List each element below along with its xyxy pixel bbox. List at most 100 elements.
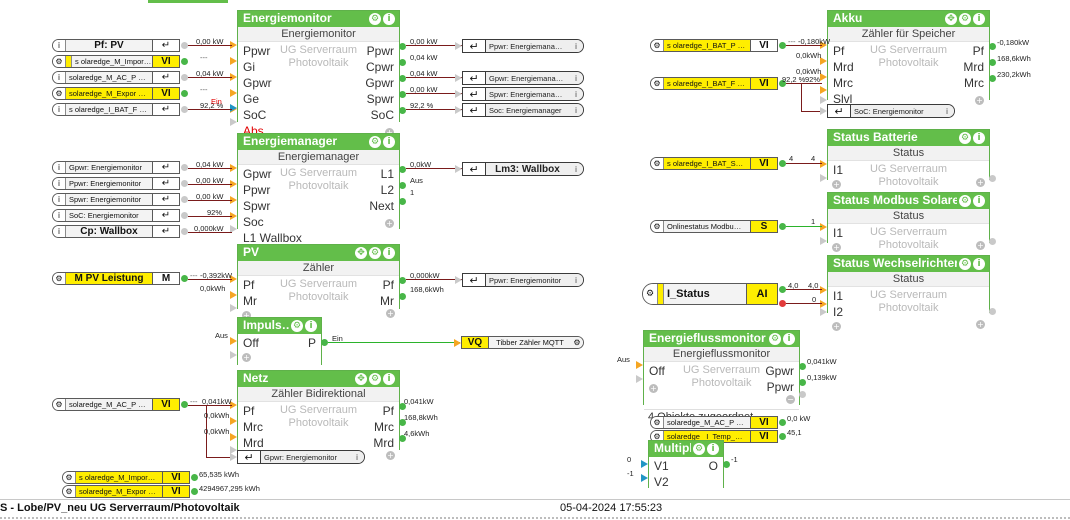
io-capsule-onlinestatus-modbus[interactable]: ⚙ Onlinestatus Modbu… S bbox=[650, 220, 778, 233]
ref-input-connector[interactable] bbox=[455, 90, 462, 98]
io-capsule-m-import[interactable]: ⚙ s olaredge_M_Impor… VI bbox=[52, 55, 180, 68]
gear-icon[interactable]: ⚙ bbox=[693, 442, 705, 455]
input-pin-label[interactable]: Mrd bbox=[243, 435, 264, 451]
info-icon[interactable]: i bbox=[53, 210, 66, 221]
output-connector[interactable] bbox=[399, 277, 406, 284]
output-connector[interactable] bbox=[399, 43, 406, 50]
io-capsule-m-export[interactable]: ⚙ solaredge_M_Expor … VI bbox=[52, 87, 180, 100]
output-pin-label[interactable]: Mrd bbox=[963, 59, 984, 75]
output-pin-label[interactable]: O bbox=[709, 458, 718, 474]
input-connector-abs[interactable] bbox=[230, 104, 237, 112]
ref-box-gpwr-energiemonitor[interactable]: ↵ Gpwr: Energiemonitor i bbox=[237, 450, 365, 464]
goto-icon[interactable]: ↵ bbox=[463, 40, 486, 53]
input-connector[interactable] bbox=[636, 361, 643, 369]
goto-icon[interactable]: ↵ bbox=[463, 72, 486, 85]
info-icon[interactable]: i bbox=[383, 246, 395, 259]
capsule-output-connector[interactable] bbox=[779, 42, 786, 49]
block-header[interactable]: Status Wechselrichter ⚙ i bbox=[828, 256, 989, 272]
goto-icon[interactable]: ↵ bbox=[152, 162, 179, 173]
gear-icon[interactable]: ⚙ bbox=[63, 472, 76, 483]
gear-icon[interactable]: ⚙ bbox=[571, 337, 583, 348]
input-pin-label[interactable]: Gpwr bbox=[243, 166, 272, 182]
capsule-output-connector[interactable] bbox=[181, 228, 188, 235]
ref-input-connector[interactable] bbox=[455, 106, 462, 114]
io-capsule-netz-m-ac-p[interactable]: ⚙ solaredge_M_AC_P … VI bbox=[52, 398, 180, 411]
goto-icon[interactable]: ↵ bbox=[152, 210, 179, 221]
output-pin-label[interactable]: Mr bbox=[380, 293, 394, 309]
output-pin-label[interactable]: Ppwr bbox=[767, 379, 794, 395]
info-icon[interactable]: i bbox=[383, 372, 395, 385]
output-connector[interactable] bbox=[989, 75, 996, 82]
goto-icon[interactable]: ↵ bbox=[463, 274, 486, 287]
input-pin-label[interactable]: Mrc bbox=[243, 419, 263, 435]
output-connector[interactable] bbox=[454, 339, 461, 347]
output-pin-label[interactable]: L2 bbox=[381, 182, 394, 198]
move-icon[interactable]: ✥ bbox=[355, 246, 367, 259]
output-pin-label[interactable]: Cpwr bbox=[366, 59, 394, 75]
block-header[interactable]: Energiemonitor ⚙ i bbox=[238, 11, 399, 27]
capsule-output-connector[interactable] bbox=[191, 474, 198, 481]
block-header[interactable]: Status Batterie ⚙ i bbox=[828, 130, 989, 146]
block-energiemonitor[interactable]: Energiemonitor ⚙ i Energiemonitor UG Ser… bbox=[237, 10, 400, 150]
capsule-output-connector[interactable] bbox=[181, 74, 188, 81]
capsule-output-connector[interactable] bbox=[181, 401, 188, 408]
info-icon[interactable]: i bbox=[53, 194, 66, 205]
gear-icon[interactable]: ⚙ bbox=[959, 131, 971, 144]
minus-icon[interactable]: − bbox=[786, 395, 795, 404]
ref-input-connector[interactable] bbox=[455, 74, 462, 82]
block-netz[interactable]: Netz ✥ ⚙ i Zähler Bidirektional UG Serve… bbox=[237, 370, 400, 462]
output-connector[interactable] bbox=[399, 198, 406, 205]
block-multiplikator[interactable]: Multipli… ⚙ i V1 O V2 bbox=[648, 440, 724, 490]
gear-icon[interactable]: ⚙ bbox=[959, 257, 971, 270]
io-capsule-bat-s[interactable]: ⚙ s olaredge_I_BAT_S… VI bbox=[650, 157, 778, 170]
output-pin-label[interactable]: Gpwr bbox=[765, 363, 794, 379]
input-pin-label[interactable]: SoC bbox=[243, 107, 266, 123]
goto-icon[interactable]: ↵ bbox=[152, 178, 179, 189]
input-pin-label[interactable]: I1 bbox=[833, 162, 843, 178]
gear-icon[interactable]: ⚙ bbox=[53, 273, 66, 284]
add-input-connector[interactable] bbox=[230, 304, 237, 312]
output-connector[interactable] bbox=[989, 59, 996, 66]
output-pin-label[interactable]: Mrd bbox=[373, 435, 394, 451]
gear-icon[interactable]: ⚙ bbox=[651, 417, 664, 428]
gear-icon[interactable]: ⚙ bbox=[651, 40, 664, 51]
goto-icon[interactable]: ↵ bbox=[238, 451, 261, 464]
add-input-connector[interactable] bbox=[820, 174, 827, 182]
gear-icon[interactable]: ⚙ bbox=[53, 399, 66, 410]
info-icon[interactable]: i bbox=[53, 178, 66, 189]
add-input-icon[interactable]: + bbox=[832, 243, 841, 252]
input-connector[interactable] bbox=[230, 433, 237, 441]
output-pin-label[interactable]: Pf bbox=[383, 403, 394, 419]
output-connector[interactable] bbox=[399, 91, 406, 98]
output-connector[interactable] bbox=[989, 43, 996, 50]
input-connector[interactable] bbox=[820, 223, 827, 231]
info-icon[interactable]: i bbox=[940, 105, 954, 117]
add-input-connector[interactable] bbox=[820, 308, 827, 316]
block-impuls[interactable]: Impuls… ⚙ i Off P + bbox=[237, 317, 322, 365]
output-connector[interactable] bbox=[399, 166, 406, 173]
block-status-batterie[interactable]: Status Batterie ⚙ i Status UG Serverraum… bbox=[827, 129, 990, 189]
gear-icon[interactable]: ⚙ bbox=[959, 194, 971, 207]
output-connector[interactable] bbox=[399, 107, 406, 114]
io-capsule-bottom-import[interactable]: ⚙ s olaredge_M_Impor… VI bbox=[62, 471, 190, 484]
input-pin-label[interactable]: I1 bbox=[833, 288, 843, 304]
io-capsule-bottom-export[interactable]: ⚙ solaredge_M_Expor … VI bbox=[62, 485, 190, 498]
info-icon[interactable]: i bbox=[783, 332, 795, 345]
block-status-modbus[interactable]: Status Modbus Solaredge ⚙ i Status UG Se… bbox=[827, 192, 990, 252]
output-connector[interactable] bbox=[723, 461, 730, 468]
ref-box-gpwr[interactable]: ↵ Gpwr: Energiemana… i bbox=[462, 71, 584, 85]
input-pin-label[interactable]: Ppwr bbox=[243, 182, 270, 198]
input-pin-label[interactable]: V2 bbox=[654, 474, 669, 490]
input-pin-label[interactable]: Pf bbox=[243, 277, 254, 293]
output-connector[interactable] bbox=[399, 59, 406, 66]
input-connector[interactable] bbox=[820, 300, 827, 308]
io-capsule-tibber-mqtt[interactable]: VQ Tibber Zähler MQTT ⚙ bbox=[461, 336, 584, 349]
input-pin-label[interactable]: Soc bbox=[243, 214, 264, 230]
add-input-connector[interactable] bbox=[820, 237, 827, 245]
block-header[interactable]: Impuls… ⚙ i bbox=[238, 318, 321, 334]
block-header[interactable]: Status Modbus Solaredge ⚙ i bbox=[828, 193, 989, 209]
io-capsule-bat-p[interactable]: ⚙ s olaredge_I_BAT_P … VI bbox=[650, 39, 778, 52]
add-output-icon[interactable]: + bbox=[976, 320, 985, 329]
io-capsule-pf-pv[interactable]: i Pf: PV ↵ bbox=[52, 39, 180, 52]
info-icon[interactable]: i bbox=[973, 131, 985, 144]
